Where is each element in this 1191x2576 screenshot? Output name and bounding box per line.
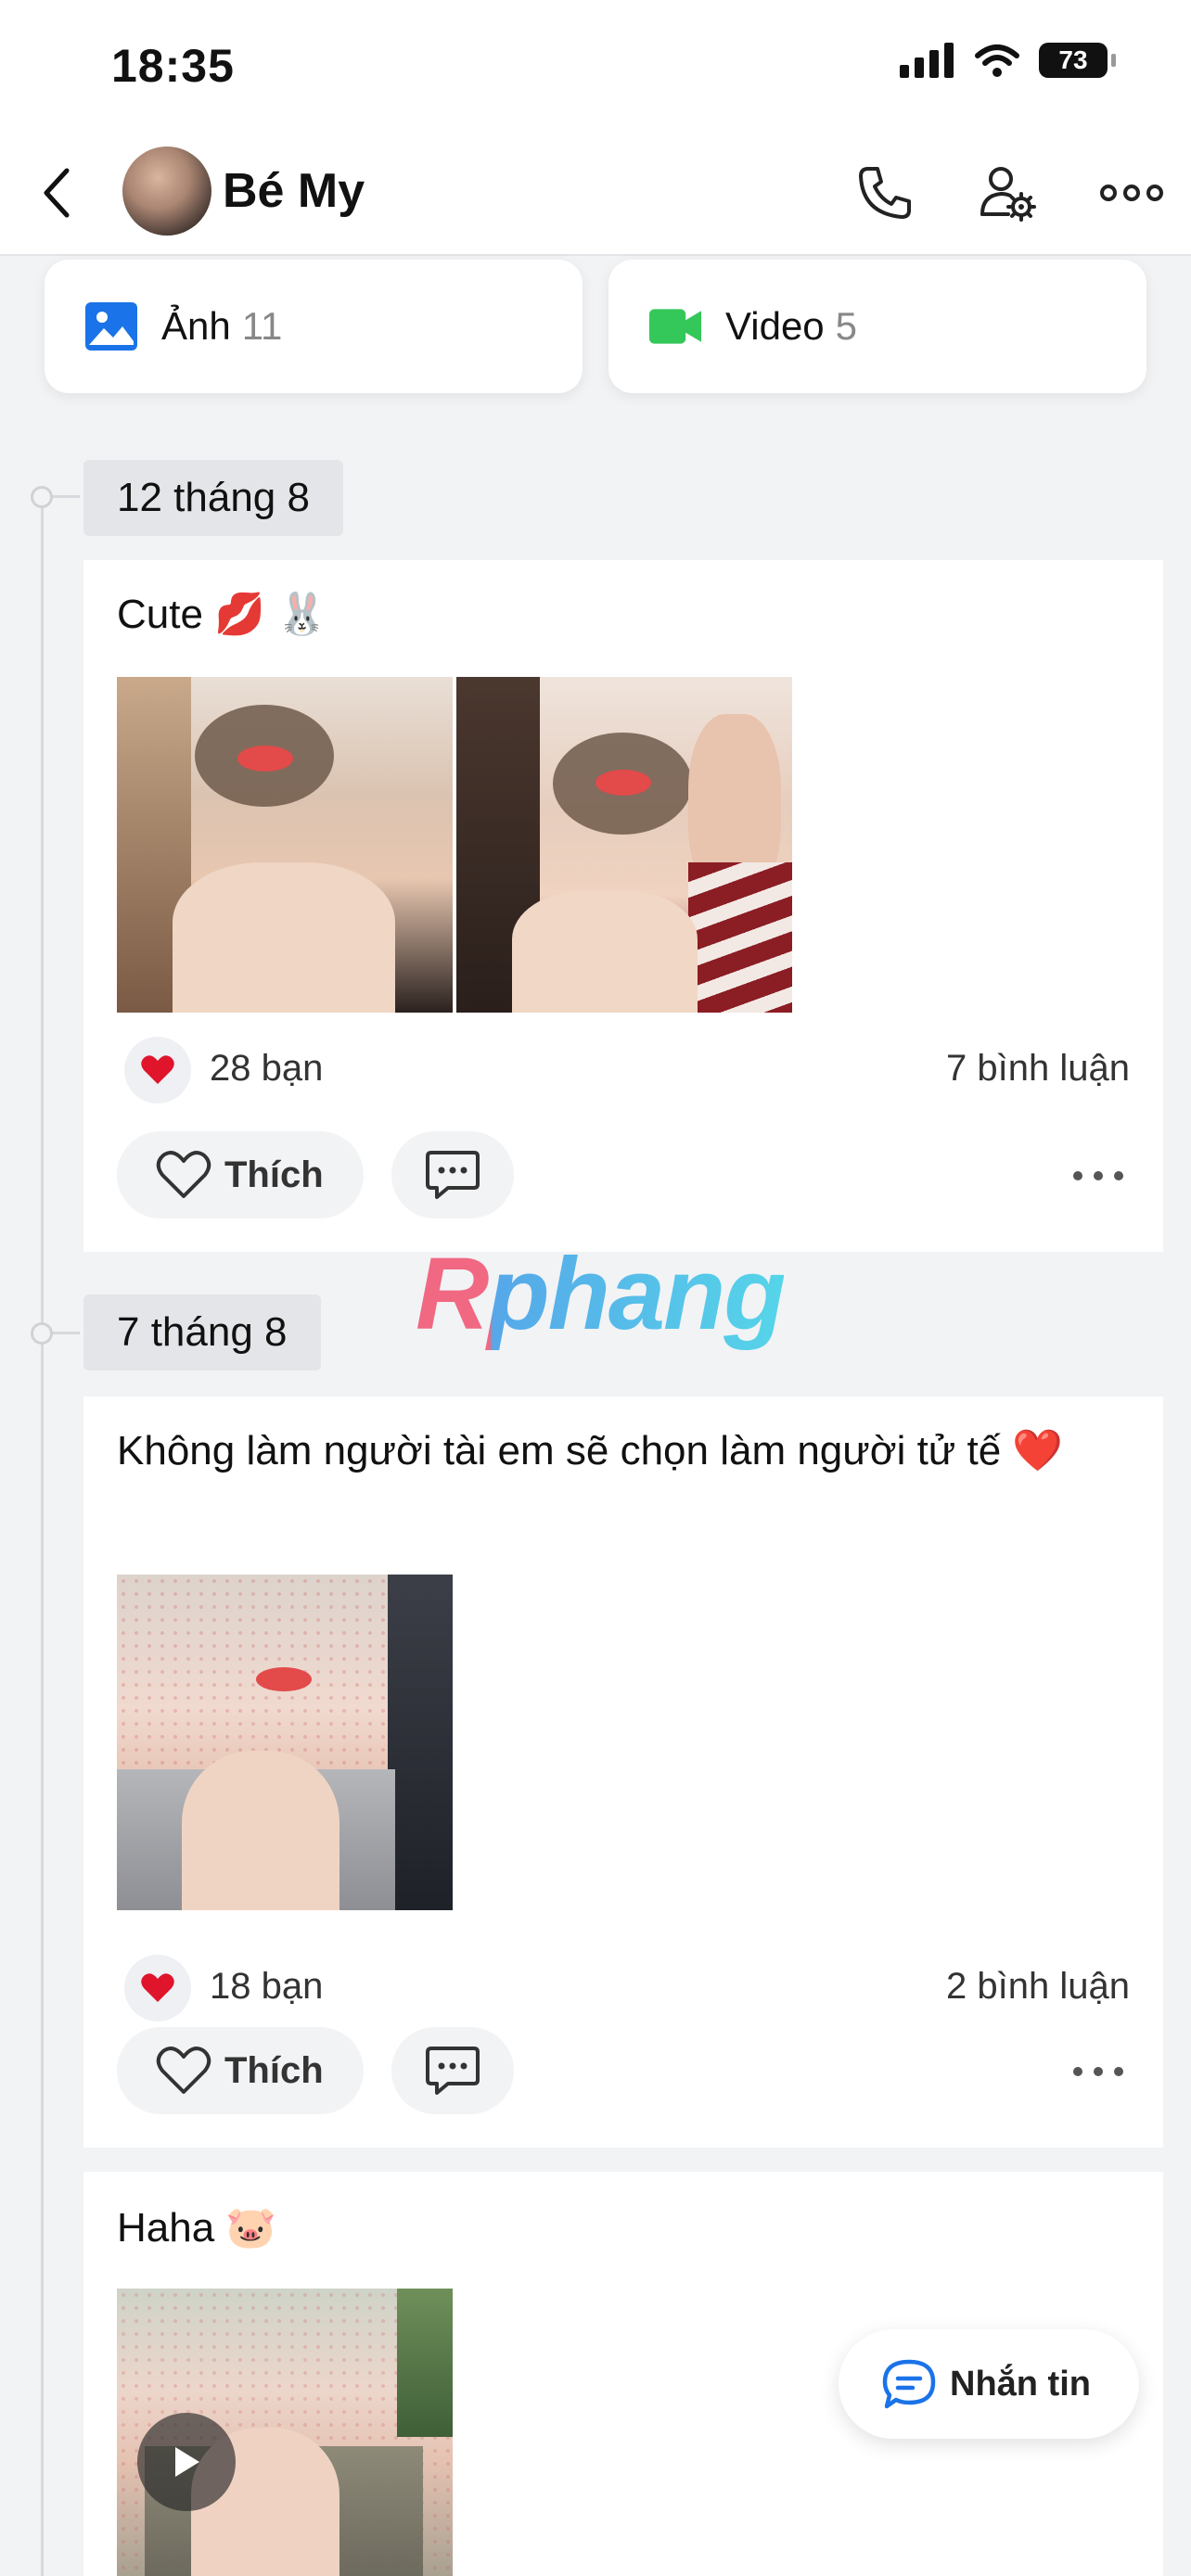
heart-outline-icon bbox=[156, 2047, 211, 2094]
back-chevron-icon[interactable] bbox=[35, 165, 82, 221]
photo-shape bbox=[688, 862, 792, 1013]
date-chip: 7 tháng 8 bbox=[83, 1294, 321, 1371]
status-icons: 73 bbox=[900, 43, 1116, 78]
wifi-icon bbox=[975, 45, 1019, 77]
watermark-logo: Rphang bbox=[416, 1235, 786, 1353]
user-settings-icon bbox=[980, 167, 1036, 222]
videos-card[interactable]: Video 5 bbox=[608, 260, 1146, 393]
battery-indicator: 73 bbox=[1039, 43, 1116, 78]
post-more-icon[interactable] bbox=[1070, 1167, 1126, 1185]
post-photo[interactable] bbox=[456, 677, 792, 1013]
media-shortcuts: Ảnh 11 Video 5 bbox=[45, 260, 1146, 393]
avatar[interactable] bbox=[122, 147, 211, 236]
message-button[interactable]: Nhắn tin bbox=[839, 2329, 1139, 2439]
post-text: Cute 💋 🐰 bbox=[117, 592, 327, 637]
timeline-rail bbox=[41, 497, 44, 2576]
post-card: Không làm người tài em sẽ chọn làm người… bbox=[83, 1396, 1163, 2148]
photo-shape bbox=[596, 770, 651, 796]
post-more-icon[interactable] bbox=[1070, 2062, 1126, 2081]
videos-count: 5 bbox=[835, 304, 858, 348]
status-time: 18:35 bbox=[111, 40, 235, 92]
videos-label: Video bbox=[725, 304, 825, 348]
heart-icon bbox=[141, 1055, 174, 1084]
like-button[interactable]: Thích bbox=[117, 2027, 364, 2114]
photos-count: 11 bbox=[241, 304, 283, 348]
signal-icon bbox=[900, 43, 954, 78]
comment-button[interactable] bbox=[391, 2027, 514, 2114]
like-label: Thích bbox=[224, 1154, 324, 1195]
phone-icon bbox=[859, 167, 911, 219]
comments-count[interactable]: 2 bình luận bbox=[946, 1966, 1130, 2008]
profile-header: Bé My bbox=[0, 130, 1191, 256]
more-options-button[interactable] bbox=[1095, 156, 1169, 230]
likes-count[interactable]: 18 bạn bbox=[210, 1966, 323, 2008]
call-button[interactable] bbox=[848, 156, 922, 230]
watermark-text: Rphang bbox=[416, 1237, 786, 1351]
heart-icon bbox=[141, 1973, 174, 2002]
comments-count[interactable]: 7 bình luận bbox=[946, 1048, 1130, 1090]
reaction-bubble[interactable] bbox=[124, 1037, 191, 1103]
profile-name[interactable]: Bé My bbox=[223, 163, 365, 219]
photo-shape bbox=[256, 1667, 312, 1691]
photo-shape bbox=[237, 746, 293, 772]
photo-shade bbox=[397, 2289, 453, 2437]
post-photo[interactable] bbox=[117, 677, 453, 1013]
comment-button[interactable] bbox=[391, 1131, 514, 1218]
video-camera-icon bbox=[649, 309, 701, 344]
photo-shape bbox=[173, 862, 395, 1013]
post-photo[interactable] bbox=[117, 1575, 453, 1910]
post-card: Cute 💋 🐰 28 bạn 7 bình luận Thích bbox=[83, 560, 1163, 1252]
status-bar: 18:35 73 bbox=[0, 0, 1191, 130]
date-chip: 12 tháng 8 bbox=[83, 460, 343, 536]
play-button[interactable] bbox=[137, 2413, 236, 2511]
likes-count[interactable]: 28 bạn bbox=[210, 1048, 323, 1090]
play-icon bbox=[175, 2447, 199, 2477]
heart-outline-icon bbox=[156, 1151, 211, 1198]
reaction-bubble[interactable] bbox=[124, 1955, 191, 2021]
photos-card[interactable]: Ảnh 11 bbox=[45, 260, 583, 393]
image-icon bbox=[85, 302, 137, 351]
message-button-label: Nhắn tin bbox=[950, 2364, 1091, 2404]
chat-bubble-icon bbox=[882, 2359, 936, 2409]
more-horizontal-icon bbox=[1100, 185, 1163, 201]
photo-shape bbox=[512, 890, 698, 1013]
photo-shade bbox=[388, 1575, 453, 1910]
timeline-dot bbox=[31, 1322, 53, 1345]
post-text: Haha 🐷 bbox=[117, 2205, 277, 2251]
like-label: Thích bbox=[224, 2049, 324, 2091]
photos-label: Ảnh bbox=[161, 304, 231, 348]
profile-settings-button[interactable] bbox=[970, 156, 1044, 230]
like-button[interactable]: Thích bbox=[117, 1131, 364, 1218]
comment-icon bbox=[426, 1151, 480, 1199]
post-text: Không làm người tài em sẽ chọn làm người… bbox=[117, 1428, 1064, 1473]
comment-icon bbox=[426, 2047, 480, 2095]
timeline-dot bbox=[31, 486, 53, 508]
photo-shape bbox=[182, 1751, 339, 1910]
